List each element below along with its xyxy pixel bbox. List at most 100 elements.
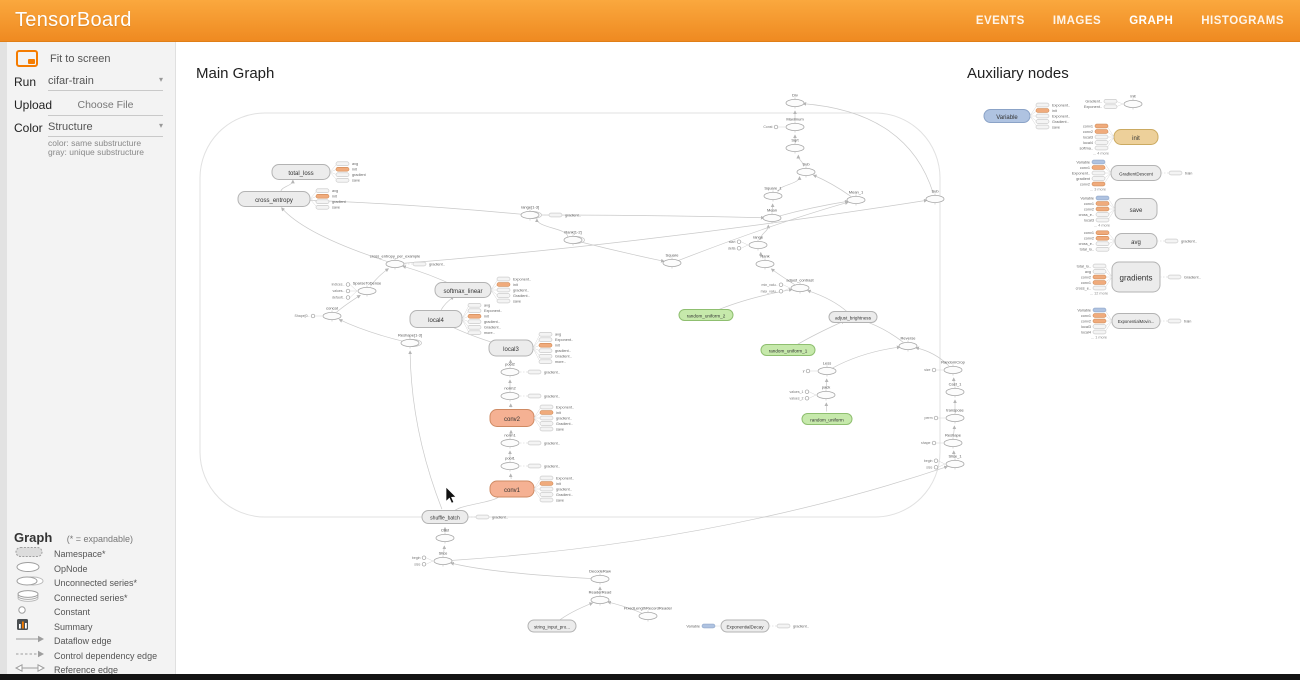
node-Div[interactable]: Div (786, 93, 804, 109)
nav-tab-histograms[interactable]: HISTOGRAMS (1201, 15, 1284, 27)
node-norm2[interactable]: norm2 gradient.. (501, 386, 560, 402)
fit-to-screen-button[interactable]: Fit to screen (16, 50, 111, 67)
node-ru2[interactable]: random_uniform_2 (679, 310, 733, 321)
node-DecodeRaw[interactable]: DecodeRaw (589, 569, 611, 585)
svg-text:gradient..: gradient.. (544, 441, 560, 445)
node-avg[interactable]: avgconv1conv2cross_e..total_lo..gradient… (1079, 231, 1197, 252)
svg-text:min_valu..: min_valu.. (762, 283, 778, 287)
node-save[interactable]: saveVariableconv1conv2cross_e..local3...… (1079, 196, 1157, 227)
node-Sqrt[interactable]: Sqrt (786, 138, 804, 154)
svg-text:gradient: gradient (332, 200, 347, 204)
svg-text:init: init (1132, 136, 1140, 142)
node-GradientDescent[interactable]: GradientDescentVariableconv1Exponent..gr… (1072, 160, 1193, 191)
node-Rank[interactable]: Rank (756, 254, 774, 270)
svg-text:Gradient..: Gradient.. (484, 326, 501, 330)
run-value: cifar-train (48, 75, 94, 87)
node-Slice[interactable]: Slicebeginsize (412, 551, 452, 567)
node-Mean_1[interactable]: Mean_1 (847, 190, 865, 206)
node-ru0[interactable]: random_uniform (802, 414, 852, 425)
node-transpose[interactable]: transposeperm (925, 408, 965, 424)
svg-text:Slice_1: Slice_1 (948, 454, 962, 459)
node-concat[interactable]: concatShape[0.. (295, 306, 341, 322)
svg-text:save: save (332, 206, 340, 210)
node-expMov[interactable]: ExponentialMovin...Variableconv1conv2loc… (1077, 308, 1191, 339)
node-pack[interactable]: packvalues_1values_2 (789, 385, 835, 401)
node-pool2[interactable]: pool2gradient.. (501, 362, 560, 378)
node-Cast_1[interactable]: Cast_1 (946, 382, 964, 398)
node-shuffle_batch[interactable]: shuffle_batchgradient.. (422, 511, 508, 524)
node-pool1[interactable]: pool1gradient.. (501, 456, 560, 472)
svg-text:size: size (926, 465, 932, 469)
node-Variable[interactable]: VariableExponent..initExponent..Gradient… (984, 103, 1070, 129)
node-range13[interactable]: range[1-3]gradient.. (521, 205, 581, 221)
svg-text:Rank[1-2]: Rank[1-2] (564, 230, 581, 235)
graph-canvas[interactable]: total_lossavginitgradientsave cross_entro… (176, 42, 1300, 680)
node-cepe[interactable]: cross_entropy_per_examplegradient.. (370, 254, 445, 270)
node-conv2[interactable]: conv2Exponent..initgradient..Gradient..s… (490, 405, 574, 431)
node-conv1[interactable]: conv1Exponent..initgradient..Gradient..s… (490, 476, 574, 502)
node-adjB[interactable]: adjust_brightness (829, 312, 877, 323)
sidebar-scrollbar[interactable] (0, 42, 7, 675)
svg-text:adjust_brightness: adjust_brightness (835, 315, 872, 320)
node-SubT[interactable]: Sub (797, 162, 815, 178)
node-cross_entropy[interactable]: cross_entropyavginitgradientsave (238, 189, 347, 210)
node-softmax_linear[interactable]: softmax_linearExponent..initgradient..Gr… (435, 277, 531, 303)
svg-text:Slice: Slice (439, 551, 448, 556)
node-sip[interactable]: string_input_pro... (528, 620, 576, 632)
svg-text:avg: avg (332, 189, 338, 193)
edge-cepe-SubR (401, 200, 927, 263)
top-nav: EVENTS IMAGES GRAPH HISTOGRAMS (976, 15, 1300, 27)
node-SubR[interactable]: Sub (926, 189, 944, 205)
node-Maximum[interactable]: Maximum Const (763, 117, 804, 133)
svg-text:Const: Const (763, 125, 772, 129)
node-Slice_1[interactable]: Slice_1beginsize (924, 454, 964, 470)
svg-text:Div: Div (792, 93, 798, 98)
node-Cast[interactable]: Cast (436, 528, 454, 544)
node-ru1[interactable]: random_uniform_1 (761, 345, 815, 356)
node-Reverse[interactable]: Reverse (899, 336, 917, 352)
node-ReshapeR[interactable]: Reshapeshape (921, 433, 962, 449)
app-header: TensorBoard EVENTS IMAGES GRAPH HISTOGRA… (0, 0, 1300, 42)
node-init[interactable]: initconv1conv2local3local4softma..... 4 … (1079, 124, 1158, 155)
node-adjC[interactable]: adjust_contrastmin_valu..max_valu.. (761, 278, 815, 294)
upload-label: Upload (14, 98, 52, 112)
svg-text:gradient..: gradient.. (544, 394, 560, 398)
node-Reshape13[interactable]: Reshape[1-3] (398, 333, 422, 349)
node-Less[interactable]: Lessy (803, 361, 836, 377)
svg-text:Maximum: Maximum (786, 117, 804, 122)
node-Rank12[interactable]: Rank[1-2] (564, 230, 585, 246)
svg-text:Reshape: Reshape (945, 433, 962, 438)
node-expDecay[interactable]: ExponentialDecayVariablegradient.. (686, 620, 809, 632)
svg-text:gradients: gradients (1120, 274, 1153, 283)
color-select[interactable]: Structure ▾ (48, 121, 163, 137)
node-norm1[interactable]: norm1 gradient.. (501, 433, 560, 449)
nav-tab-graph[interactable]: GRAPH (1129, 15, 1173, 27)
svg-text:conv2: conv2 (1081, 319, 1091, 323)
node-rangeOp[interactable]: rangestartdelta (728, 235, 767, 251)
bottom-scrollbar[interactable] (0, 674, 1300, 680)
svg-text:norm2: norm2 (504, 386, 516, 391)
nav-tab-images[interactable]: IMAGES (1053, 15, 1101, 27)
svg-text:softmax_linear: softmax_linear (443, 289, 482, 295)
node-total_loss[interactable]: total_lossavginitgradientsave (272, 162, 367, 183)
svg-text:default..: default.. (332, 296, 344, 300)
choose-file-button[interactable]: Choose File (48, 99, 163, 116)
svg-text:... 4 more: ... 4 more (1093, 152, 1109, 156)
node-FLRR[interactable]: FixedLengthRecordReader (624, 606, 673, 622)
nav-tab-events[interactable]: EVENTS (976, 15, 1025, 27)
svg-text:Variable: Variable (996, 115, 1018, 121)
node-local3[interactable]: local3avgExponent..initgradient..Gradien… (489, 332, 573, 364)
node-gradients[interactable]: gradientstotal_lo..avgconv2conv1cross_e.… (1076, 262, 1201, 296)
node-local4[interactable]: local4avgExponent..initgradient..Gradien… (410, 303, 502, 335)
node-RandomCrop[interactable]: RandomCropsize (924, 360, 965, 376)
svg-text:avg: avg (555, 333, 561, 337)
svg-text:Gradient..: Gradient.. (513, 294, 530, 298)
node-Square_1[interactable]: Square_1 (764, 186, 782, 202)
svg-text:train: train (1184, 319, 1191, 323)
node-auxInit[interactable]: InitGradient..Exponent.. (1084, 94, 1142, 110)
node-SpD[interactable]: SparseToDenseindices..values..default.. (332, 281, 382, 300)
node-Mean[interactable]: Mean (763, 208, 781, 224)
run-select[interactable]: cifar-train ▾ (48, 75, 163, 91)
node-SquareOp[interactable]: Square (663, 253, 681, 269)
svg-text:norm1: norm1 (504, 433, 516, 438)
